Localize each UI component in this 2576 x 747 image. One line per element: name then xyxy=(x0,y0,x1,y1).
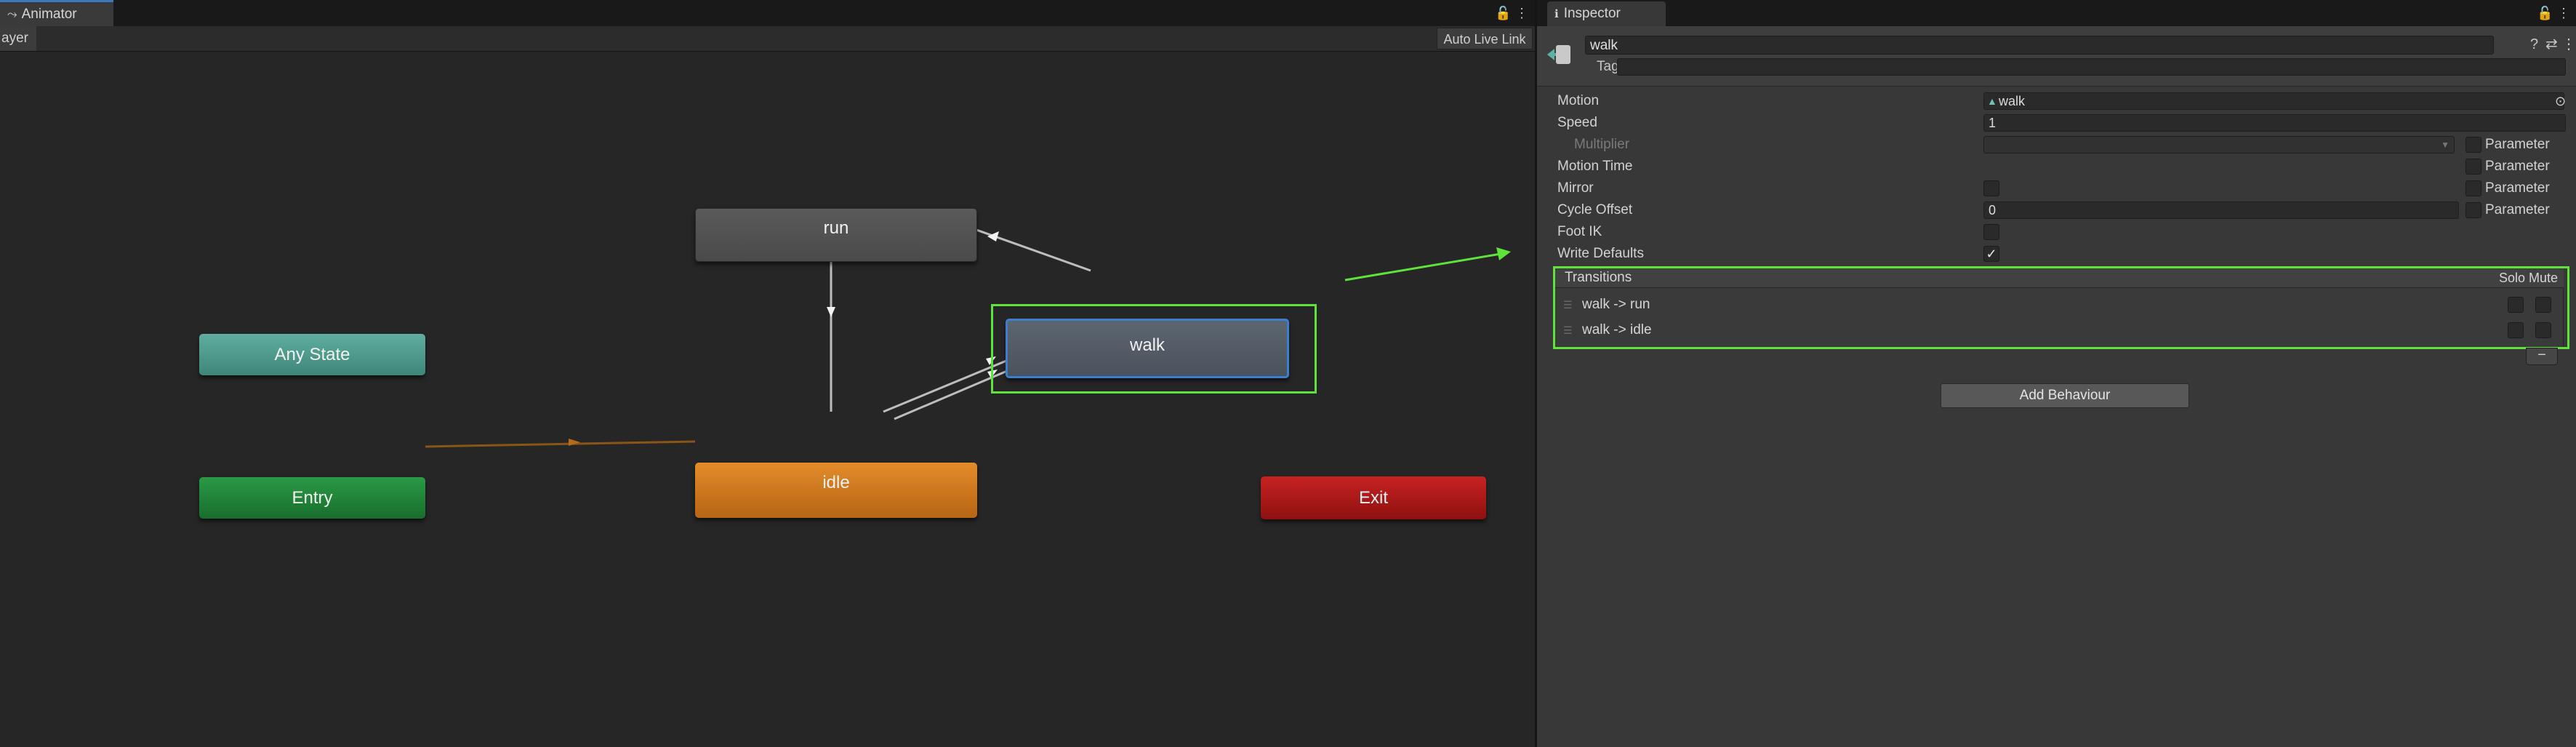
cycle-offset-parameter-label: Parameter xyxy=(2485,202,2550,217)
object-picker-icon[interactable]: ⊙ xyxy=(2555,92,2566,110)
motion-label: Motion xyxy=(1557,93,1600,108)
state-run[interactable]: run xyxy=(695,208,977,262)
animator-toolbar xyxy=(0,26,1535,52)
tag-field[interactable] xyxy=(1617,58,2566,76)
motion-time-parameter-checkbox[interactable] xyxy=(2465,159,2481,175)
layer-breadcrumb[interactable]: ayer xyxy=(0,26,36,51)
tab-inspector[interactable]: ℹ Inspector xyxy=(1547,1,1666,26)
animator-state-icon xyxy=(1547,45,1570,64)
remove-transition-button[interactable]: − xyxy=(2526,348,2558,365)
inspector-tab-bar xyxy=(1537,0,2576,26)
add-behaviour-button[interactable]: Add Behaviour xyxy=(1941,383,2189,408)
mirror-label: Mirror xyxy=(1557,180,1594,196)
lock-icon[interactable]: 🔓 xyxy=(1495,0,1511,26)
more-options-icon[interactable]: ⋮ xyxy=(2561,33,2576,55)
tag-label: Tag xyxy=(1597,59,1619,74)
tab-animator-label: Animator xyxy=(21,7,77,22)
foot-ik-checkbox[interactable] xyxy=(1983,224,1999,240)
cycle-offset-label: Cycle Offset xyxy=(1557,202,1633,217)
cycle-offset-parameter-checkbox[interactable] xyxy=(2465,202,2481,218)
motion-time-parameter-label: Parameter xyxy=(2485,159,2550,174)
state-exit[interactable]: Exit xyxy=(1261,476,1486,519)
state-walk[interactable]: walk xyxy=(1006,319,1289,378)
animator-icon: ⤳ xyxy=(7,7,17,21)
animator-window: run Any State Entry idle Exit walk ⤳ Anim… xyxy=(0,0,1535,747)
state-any-state[interactable]: Any State xyxy=(199,334,425,375)
animator-tab-bar xyxy=(0,0,1535,26)
mirror-checkbox[interactable] xyxy=(1983,180,1999,196)
write-defaults-label: Write Defaults xyxy=(1557,246,1644,261)
state-idle[interactable]: idle xyxy=(695,463,977,518)
mirror-parameter-checkbox[interactable] xyxy=(2465,180,2481,196)
cycle-offset-field[interactable]: 0 xyxy=(1983,201,2459,219)
motion-time-label: Motion Time xyxy=(1557,159,1633,174)
auto-live-link-button[interactable]: Auto Live Link xyxy=(1437,28,1533,49)
more-options-icon[interactable]: ⋮ xyxy=(2557,0,2570,26)
transitions-highlight-box xyxy=(1553,266,2569,349)
walk-run-arrowhead xyxy=(987,231,999,241)
state-name-field[interactable]: walk xyxy=(1585,36,2494,55)
tab-animator[interactable]: ⤳ Animator xyxy=(0,0,113,26)
transition-arrows xyxy=(425,209,1511,448)
help-icon[interactable]: ? xyxy=(2530,33,2538,55)
chevron-down-icon: ▼ xyxy=(2441,140,2449,150)
animation-clip-icon: ▲ xyxy=(1987,95,1997,107)
motion-field[interactable]: ▲ walk xyxy=(1983,92,2564,110)
mirror-parameter-label: Parameter xyxy=(2485,180,2550,196)
checkmark-icon: ✓ xyxy=(1986,247,1997,261)
motion-value: walk xyxy=(1999,94,2026,108)
run-idle-arrowhead xyxy=(827,307,835,317)
multiplier-dropdown[interactable]: ▼ xyxy=(1983,136,2455,153)
multiplier-parameter-checkbox[interactable] xyxy=(2465,137,2481,153)
multiplier-label: Multiplier xyxy=(1574,137,1630,152)
annotation-arrow xyxy=(1344,252,1506,281)
annotation-arrowhead xyxy=(1496,247,1511,260)
inspector-window: ℹ Inspector 🔓 ⋮ walk ? ⇄ ⋮ Tag Motion ▲ w… xyxy=(1537,0,2576,747)
write-defaults-checkbox[interactable]: ✓ xyxy=(1983,246,1999,262)
foot-ik-label: Foot IK xyxy=(1557,224,1602,239)
entry-to-idle-transition xyxy=(425,440,696,448)
more-options-icon[interactable]: ⋮ xyxy=(1515,0,1528,26)
state-machine-graph[interactable]: run Any State Entry idle Exit walk xyxy=(0,51,1535,747)
speed-label: Speed xyxy=(1557,115,1597,130)
inspector-header: walk ? ⇄ ⋮ Tag xyxy=(1537,26,2576,87)
info-icon: ℹ xyxy=(1554,8,1559,20)
state-entry[interactable]: Entry xyxy=(199,477,425,519)
speed-field[interactable]: 1 xyxy=(1983,114,2566,132)
tab-inspector-label: Inspector xyxy=(1563,6,1621,21)
multiplier-parameter-label: Parameter xyxy=(2485,137,2550,152)
presets-icon[interactable]: ⇄ xyxy=(2545,33,2558,55)
lock-icon[interactable]: 🔓 xyxy=(2537,0,2553,26)
